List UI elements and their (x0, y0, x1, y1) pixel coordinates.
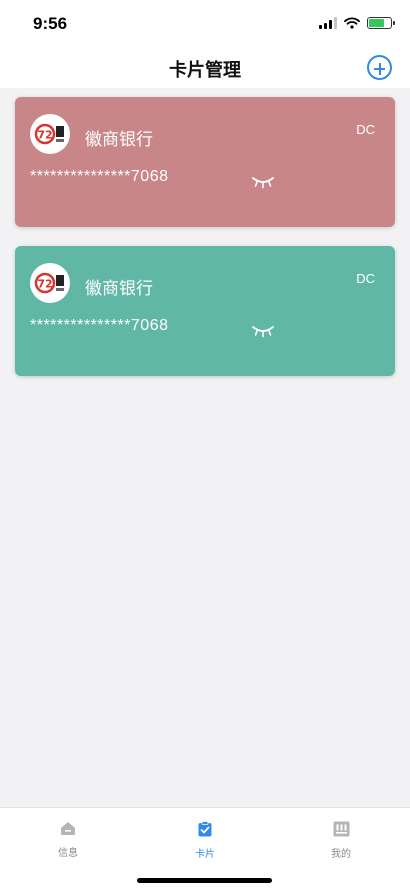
bank-card[interactable]: 72 徽商银行 DC ***************7068 (15, 97, 395, 227)
status-icons (319, 17, 395, 29)
status-time: 9:56 (33, 14, 68, 33)
svg-text:72: 72 (37, 129, 52, 142)
cellular-signal-icon (319, 17, 337, 29)
home-icon (61, 822, 75, 835)
card-clipboard-icon (198, 821, 212, 837)
nav-bar: 卡片管理 (0, 48, 410, 88)
home-indicator (137, 878, 272, 883)
page-title: 卡片管理 (169, 60, 241, 81)
wifi-icon (344, 17, 360, 29)
bank-card[interactable]: 72 徽商银行 DC ***************7068 (15, 246, 395, 376)
bank-name: 徽商银行 (85, 130, 153, 150)
bank-logo-icon: 72 (30, 114, 70, 154)
svg-text:72: 72 (37, 278, 52, 291)
card-number: ***************7068 (30, 168, 169, 185)
bank-logo-icon: 72 (30, 263, 70, 303)
tab-cards[interactable]: 卡片 (175, 821, 235, 860)
tab-label: 卡片 (195, 849, 215, 860)
profile-icon (333, 821, 349, 837)
tab-profile[interactable]: 我的 (311, 821, 371, 860)
tab-info[interactable]: 信息 (38, 821, 98, 859)
battery-icon (367, 17, 395, 29)
status-bar: 9:56 (0, 0, 410, 48)
card-type-badge: DC (356, 271, 375, 286)
add-card-button[interactable] (367, 55, 392, 80)
card-type-badge: DC (356, 122, 375, 137)
tab-label: 我的 (331, 849, 351, 860)
card-number: ***************7068 (30, 317, 169, 334)
bank-name: 徽商银行 (85, 279, 153, 299)
tab-label: 信息 (58, 848, 78, 859)
eye-closed-icon[interactable] (251, 324, 275, 338)
eye-closed-icon[interactable] (251, 175, 275, 189)
